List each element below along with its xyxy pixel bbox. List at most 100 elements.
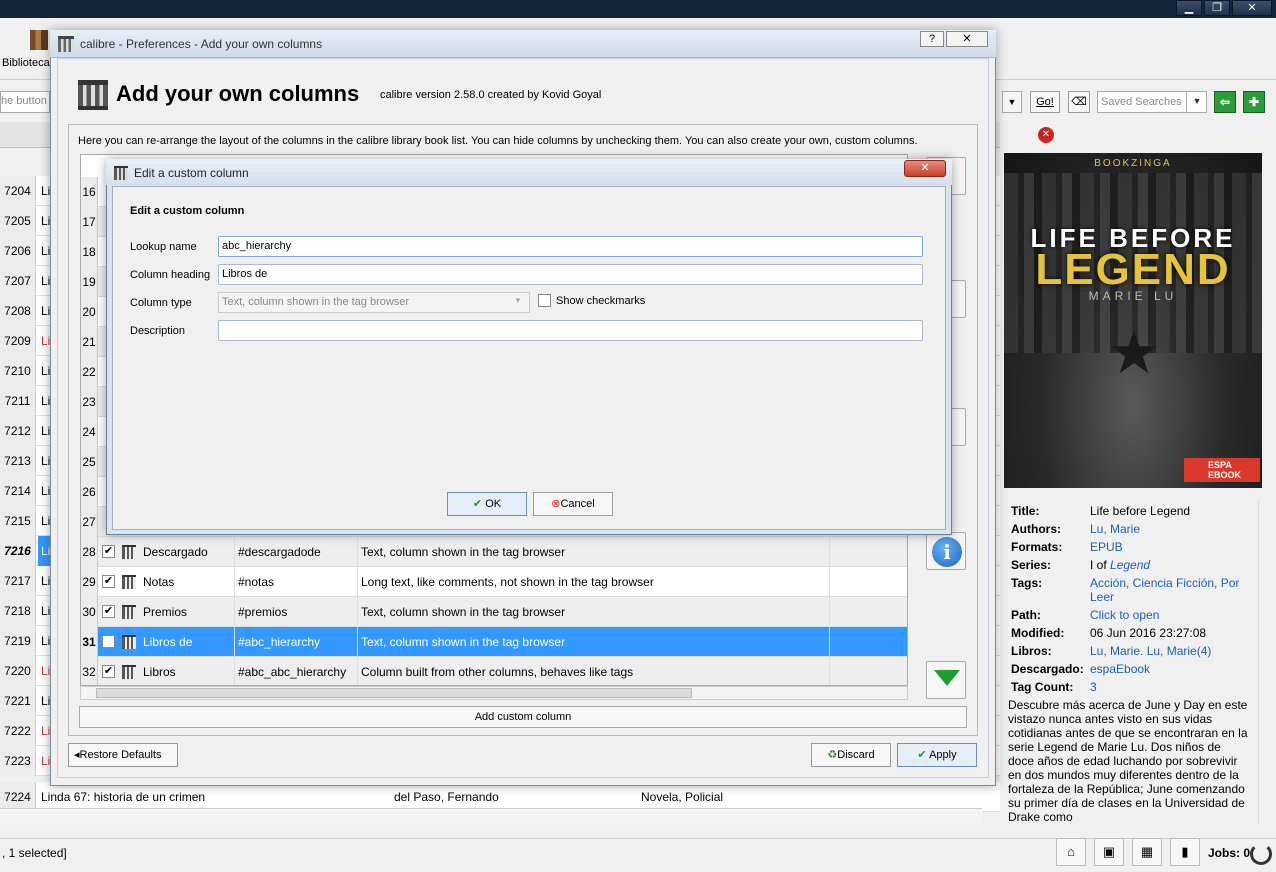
cancel-button[interactable]: ⊗Cancel	[533, 492, 613, 516]
column-name: Premios	[143, 605, 188, 619]
row-title: Li	[41, 664, 51, 678]
column-lookup: #abc_abc_hierarchy	[238, 665, 347, 679]
status-text: , 1 selected]	[2, 846, 67, 860]
column-row[interactable]: 32 ✔ Libros #abc_abc_hierarchy Column built …	[81, 657, 907, 685]
search-history-dropdown[interactable]: ▼	[1002, 91, 1022, 113]
row-number: 7204	[0, 176, 36, 206]
row-title: Li	[38, 536, 50, 566]
custom-column-close-button[interactable]: ✕	[904, 160, 946, 177]
column-heading-field[interactable]: Libros de	[218, 264, 923, 285]
detail-value[interactable]: Legend	[1110, 558, 1150, 572]
detail-value[interactable]: Acción, Ciencia Ficción, Por Leer	[1090, 576, 1239, 604]
saved-searches-dropdown[interactable]: ▼	[1186, 91, 1207, 113]
preferences-close-button[interactable]: ✕	[946, 31, 988, 47]
close-button[interactable]: ✕	[1232, 0, 1272, 16]
ok-button[interactable]: ✔ OK	[447, 492, 527, 516]
row-number: 7206	[0, 236, 36, 266]
row-number: 7223	[0, 746, 36, 776]
row-title: Li	[41, 724, 51, 738]
add-custom-column-button[interactable]: Add custom column	[79, 706, 967, 728]
column-row[interactable]: 28 ✔ Descargado #descargadode Text, column s…	[81, 537, 907, 567]
column-visible-checkbox[interactable]: ✔	[102, 575, 115, 588]
show-checkmarks-checkbox[interactable]	[538, 294, 551, 307]
column-name: Descargado	[143, 545, 208, 559]
cover-author: MARIE LU	[1088, 289, 1178, 303]
cancel-label: Cancel	[560, 498, 595, 510]
column-row[interactable]: 30 ✔ Premios #premios Text, column shown in …	[81, 597, 907, 627]
description-field[interactable]	[218, 320, 923, 341]
row-number: 7209	[0, 326, 36, 356]
clear-search-button[interactable]: ⌫	[1068, 91, 1090, 113]
maximize-button[interactable]: ❐	[1204, 0, 1230, 16]
info-icon: i	[932, 537, 962, 567]
column-row[interactable]: 31 Libros de #abc_hierarchy Text, column sh…	[81, 627, 907, 657]
detail-value[interactable]: 3	[1090, 680, 1097, 694]
grid-view-icon[interactable]: ▦	[1132, 838, 1162, 866]
column-type: Text, column shown in the tag browser	[361, 545, 566, 559]
ok-label: OK	[485, 498, 502, 510]
row-number: 21	[81, 327, 98, 357]
column-name: Libros de	[143, 635, 193, 649]
cover-publisher: BOOKZINGA	[1094, 158, 1172, 169]
scrollbar-thumb[interactable]	[96, 688, 692, 698]
column-row[interactable]: 29 ✔ Notas #notas Long text, like comments, …	[81, 567, 907, 597]
row-title: Li	[41, 634, 51, 648]
preferences-title: calibre - Preferences - Add your own col…	[80, 37, 323, 51]
library-horizontal-scrollbar[interactable]	[0, 808, 982, 824]
go-button[interactable]: Go!	[1030, 91, 1060, 113]
row-number: 7221	[0, 686, 36, 716]
tag-icon[interactable]: ⌂	[1056, 838, 1086, 866]
column-lookup: #abc_hierarchy	[238, 635, 321, 649]
column-visible-checkbox[interactable]: ✔	[102, 665, 115, 678]
column-icon	[122, 575, 136, 589]
detail-value[interactable]: Lu, Marie	[1090, 522, 1140, 536]
row-title: Li	[41, 424, 51, 438]
recycle-icon: ♻	[827, 749, 838, 761]
column-type: Column built from other columns, behaves…	[361, 665, 634, 679]
column-visible-checkbox[interactable]	[102, 635, 115, 648]
detail-value[interactable]: Lu, Marie. Lu, Marie(4)	[1090, 644, 1211, 658]
column-icon	[122, 635, 136, 649]
calibre-icon	[58, 36, 74, 52]
lookup-name-field[interactable]: abc_hierarchy	[218, 236, 923, 257]
cover-title-line2: LEGEND	[1035, 245, 1231, 294]
library-label[interactable]: Biblioteca	[2, 57, 50, 69]
jobs-count[interactable]: Jobs: 0	[1208, 846, 1250, 860]
book-view-icon[interactable]: ▣	[1094, 838, 1124, 866]
restore-defaults-button[interactable]: ◂Restore Defaults	[68, 743, 178, 767]
clear-virtual-library-icon[interactable]: ✕	[1038, 127, 1054, 143]
minimize-button[interactable]: ▁	[1176, 0, 1202, 16]
row-number: 7217	[0, 566, 36, 596]
row-number: 32	[81, 657, 98, 685]
search-input[interactable]: he button t	[0, 91, 50, 113]
apply-button[interactable]: ✔ Apply	[897, 743, 977, 767]
bookshelf-icon[interactable]: ▮	[1170, 838, 1200, 866]
row-number: 18	[81, 237, 98, 267]
lookup-name-label: Lookup name	[130, 241, 197, 253]
save-search-icon[interactable]: ✚	[1243, 91, 1265, 113]
row-number: 23	[81, 387, 98, 417]
row-title: Li	[41, 184, 51, 198]
row-number: 7205	[0, 206, 36, 236]
detail-prefix: I of	[1090, 558, 1111, 572]
library-icon[interactable]	[30, 30, 48, 50]
details-scrollbar[interactable]	[1258, 500, 1272, 824]
row-title: Li	[41, 364, 51, 378]
row-title: Li	[41, 484, 51, 498]
row-number: 7211	[0, 386, 36, 416]
discard-button[interactable]: ♻Discard	[811, 743, 891, 767]
detail-value[interactable]: EPUB	[1090, 540, 1123, 554]
row-number: 19	[81, 267, 98, 297]
copy-search-icon[interactable]: ⇦	[1214, 91, 1236, 113]
row-number: 22	[81, 357, 98, 387]
column-visible-checkbox[interactable]: ✔	[102, 605, 115, 618]
row-title: Li	[41, 304, 51, 318]
detail-value[interactable]: espaEbook	[1090, 662, 1150, 676]
row-number: 7222	[0, 716, 36, 746]
column-visible-checkbox[interactable]: ✔	[102, 545, 115, 558]
column-type-select[interactable]: Text, column shown in the tag browser	[218, 292, 530, 313]
help-button[interactable]: ?	[920, 31, 944, 47]
row-title: Li	[41, 754, 51, 768]
book-cover[interactable]: BOOKZINGA LIFE BEFORE LEGEND MARIE LU ★ …	[1004, 153, 1262, 488]
detail-value[interactable]: Click to open	[1090, 608, 1159, 622]
